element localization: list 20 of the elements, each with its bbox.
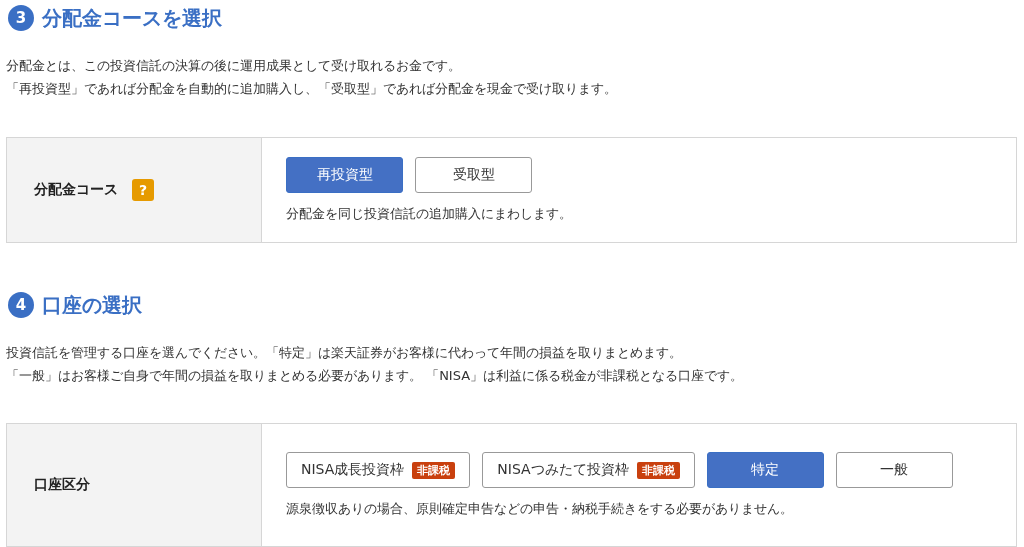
option-button[interactable]: 受取型 <box>415 157 532 193</box>
tax-free-badge: 非課税 <box>412 461 456 479</box>
field-label: 分配金コース <box>34 181 118 199</box>
description-text: 投資信託を管理する口座を選んでください。「特定」は楽天証券がお客様に代わって年間の損益を取りまとめます。 <box>6 344 683 362</box>
option-button[interactable]: 再投資型 <box>286 157 403 193</box>
description-text: 「一般」はお客様ご自身で年間の損益を取りまとめる必要があります。 「NISA」は利益に係る税金が非課税となる口座です。 <box>6 367 745 385</box>
description-text: 分配金とは、この投資信託の決算の後に運用成果として受け取れるお金です。 <box>6 57 462 75</box>
option-button[interactable]: NISAつみたて投資枠 非課税 <box>482 452 695 488</box>
description-text: 「再投資型」であれば分配金を自動的に追加購入し、「受取型」であれば分配金を現金で受け取ります。 <box>6 80 618 98</box>
step-number: 4 <box>8 292 34 318</box>
section-title: 分配金コースを選択 <box>42 4 222 32</box>
note-text: 源泉徴収ありの場合、原則確定申告などの申告・納税手続きをする必要がありません。 <box>286 500 794 518</box>
step-number: 3 <box>8 5 34 31</box>
option-button[interactable]: 一般 <box>835 452 953 488</box>
tax-free-badge: 非課税 <box>636 461 680 479</box>
option-button[interactable]: 特定 <box>706 452 824 488</box>
field-label: 口座区分 <box>34 476 90 494</box>
note-text: 分配金を同じ投資信託の追加購入にまわします。 <box>286 205 573 223</box>
section-title: 口座の選択 <box>42 291 142 319</box>
option-button[interactable]: NISA成長投資枠 非課税 <box>286 452 471 488</box>
